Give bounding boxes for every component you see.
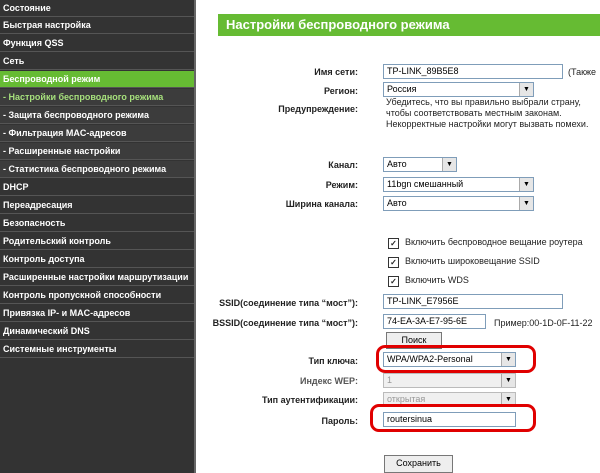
- chevron-down-icon: ▼: [519, 197, 533, 210]
- chevron-down-icon: ▼: [519, 178, 533, 191]
- wds-bssid-label: BSSID(соединение типа “мост”):: [212, 318, 358, 328]
- nav-advanced[interactable]: - Расширенные настройки: [0, 143, 194, 160]
- nav-quick-setup[interactable]: Быстрая настройка: [0, 17, 194, 34]
- nav-routing[interactable]: Расширенные настройки маршрутизации: [0, 269, 194, 286]
- nav-wireless-security[interactable]: - Защита беспроводного режима: [0, 107, 194, 124]
- chevron-down-icon: ▼: [519, 83, 533, 96]
- wep-index-select[interactable]: 1 ▼: [383, 373, 516, 388]
- broadcast-row[interactable]: ✓ Включить беспроводное вещание роутера: [388, 237, 583, 249]
- key-type-label: Тип ключа:: [308, 356, 358, 366]
- auth-type-label: Тип аутентификации:: [261, 395, 358, 405]
- width-value: Авто: [387, 198, 407, 208]
- nav-network[interactable]: Сеть: [0, 53, 194, 70]
- nav-mac-filter[interactable]: - Фильтрация MAC-адресов: [0, 125, 194, 142]
- nav-qss[interactable]: Функция QSS: [0, 35, 194, 52]
- nav-statistics[interactable]: - Статистика беспроводного режима: [0, 161, 194, 178]
- nav-dhcp[interactable]: DHCP: [0, 179, 194, 196]
- ssid-suffix: (Также: [568, 67, 597, 77]
- warning-label: Предупреждение:: [278, 104, 358, 114]
- channel-select[interactable]: Авто ▼: [383, 157, 457, 172]
- mode-value: 11bgn смешанный: [387, 179, 464, 189]
- key-type-highlight: [376, 345, 536, 373]
- mode-label: Режим:: [325, 180, 358, 190]
- nav-security[interactable]: Безопасность: [0, 215, 194, 232]
- password-highlight: [370, 404, 536, 432]
- wep-index-value: 1: [387, 375, 393, 385]
- region-value: Россия: [387, 84, 417, 94]
- wds-row[interactable]: ✓ Включить WDS: [388, 275, 469, 287]
- nav-bandwidth[interactable]: Контроль пропускной способности: [0, 287, 194, 304]
- nav-wireless-settings[interactable]: - Настройки беспроводного режима: [0, 89, 194, 106]
- nav-wireless[interactable]: Беспроводной режим: [0, 71, 194, 88]
- nav-ip-mac[interactable]: Привязка IP- и MAC-адресов: [0, 305, 194, 322]
- nav-access-control[interactable]: Контроль доступа: [0, 251, 194, 268]
- ssid-input[interactable]: TP-LINK_89B5E8: [383, 64, 563, 79]
- ssid-broadcast-label: Включить широковещание SSID: [405, 256, 540, 266]
- warning-text: Убедитесь, что вы правильно выбрали стра…: [386, 97, 589, 129]
- channel-label: Канал:: [328, 160, 358, 170]
- width-select[interactable]: Авто ▼: [383, 196, 534, 211]
- region-label: Регион:: [324, 86, 358, 96]
- ssid-broadcast-row[interactable]: ✓ Включить широковещание SSID: [388, 256, 540, 268]
- region-select[interactable]: Россия ▼: [383, 82, 534, 97]
- main-panel: Настройки беспроводного режима Имя сети:…: [196, 0, 600, 473]
- nav-forwarding[interactable]: Переадресация: [0, 197, 194, 214]
- sidebar: Состояние Быстрая настройка Функция QSS …: [0, 0, 194, 473]
- wds-ssid-label: SSID(соединение типа “мост”):: [219, 298, 358, 308]
- mode-select[interactable]: 11bgn смешанный ▼: [383, 177, 534, 192]
- nav-system-tools[interactable]: Системные инструменты: [0, 341, 194, 358]
- chevron-down-icon: ▼: [442, 158, 456, 171]
- save-button[interactable]: Сохранить: [384, 455, 453, 473]
- wds-checkbox[interactable]: ✓: [388, 276, 399, 287]
- wds-label: Включить WDS: [405, 275, 469, 285]
- nav-parental[interactable]: Родительский контроль: [0, 233, 194, 250]
- chevron-down-icon: ▼: [501, 374, 515, 387]
- wep-index-label: Индекс WEP:: [299, 376, 358, 386]
- channel-value: Авто: [387, 159, 407, 169]
- bssid-example: Пример:00-1D-0F-11-22: [494, 318, 593, 328]
- wds-bssid-input[interactable]: 74-EA-3A-E7-95-6E: [383, 314, 486, 329]
- broadcast-label: Включить беспроводное вещание роутера: [405, 237, 583, 247]
- width-label: Ширина канала:: [285, 199, 358, 209]
- ssid-broadcast-checkbox[interactable]: ✓: [388, 257, 399, 268]
- password-label: Пароль:: [321, 416, 359, 426]
- nav-ddns[interactable]: Динамический DNS: [0, 323, 194, 340]
- wds-ssid-input[interactable]: TP-LINK_E7956E: [383, 294, 563, 309]
- ssid-label: Имя сети:: [314, 67, 358, 77]
- page-title: Настройки беспроводного режима: [218, 14, 600, 36]
- nav-status[interactable]: Состояние: [0, 0, 194, 17]
- auth-type-value: открытая: [387, 394, 426, 404]
- broadcast-checkbox[interactable]: ✓: [388, 238, 399, 249]
